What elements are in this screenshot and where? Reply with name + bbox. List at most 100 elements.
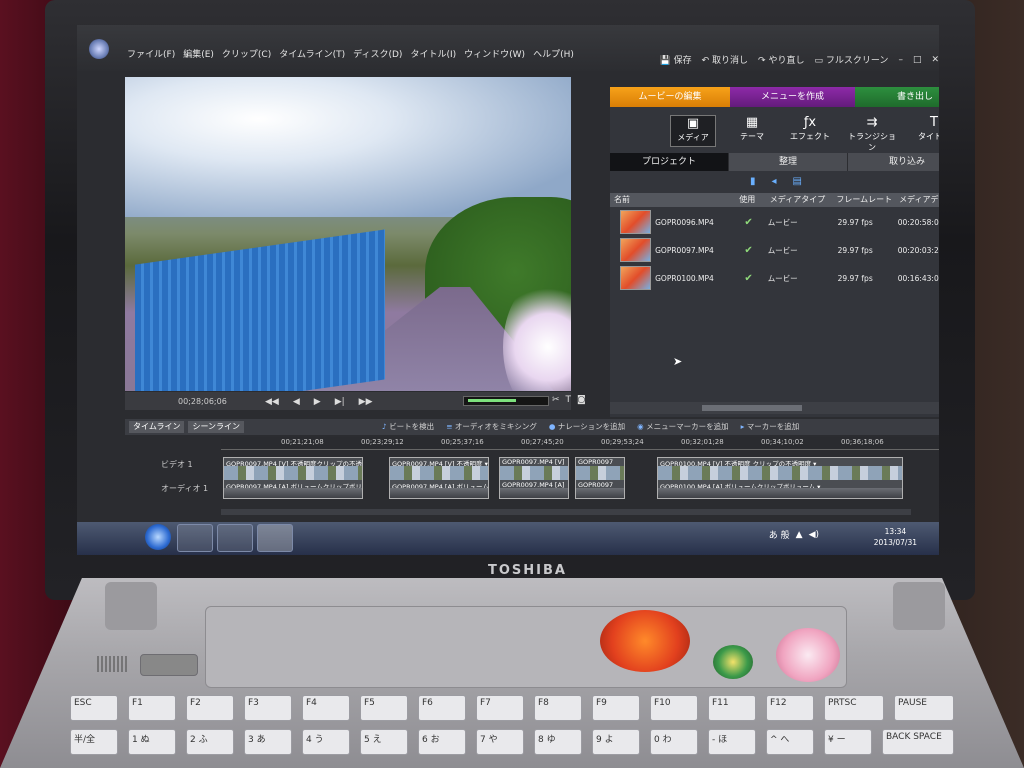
- key-2[interactable]: 2 ふ: [186, 729, 234, 755]
- menu-disc[interactable]: ディスク(D): [353, 47, 402, 60]
- tool-title[interactable]: T タイトル: [912, 115, 939, 145]
- network-icon[interactable]: ▲: [796, 530, 803, 540]
- key-0[interactable]: 0 わ: [650, 729, 698, 755]
- close-icon[interactable]: ✕: [931, 55, 939, 65]
- key-caret[interactable]: ^ へ: [766, 729, 814, 755]
- timeline-clip[interactable]: GOPR0097 GOPR0097: [575, 457, 625, 499]
- key-5[interactable]: 5 え: [360, 729, 408, 755]
- app-logo-icon[interactable]: [89, 39, 109, 59]
- key-pause[interactable]: PAUSE: [894, 695, 954, 721]
- save-button[interactable]: 💾 保存: [660, 53, 692, 66]
- tool-effect[interactable]: ƒx エフェクト: [788, 115, 832, 145]
- timeline-scrollbar[interactable]: [221, 509, 911, 515]
- firefox-taskbar-button[interactable]: [177, 524, 213, 552]
- step-back-button[interactable]: ◀: [293, 397, 300, 407]
- key-yen[interactable]: ¥ ー: [824, 729, 872, 755]
- col-name[interactable]: 名前: [610, 193, 735, 207]
- ime-bar[interactable]: あ 般 ▲ ◀): [769, 528, 819, 542]
- media-row[interactable]: GOPR0096.MP4 ✔ ムービー 29.97 fps 00:20:58:0…: [610, 208, 939, 236]
- step-forward-button[interactable]: ▶|: [335, 397, 345, 407]
- tab-edit-movie[interactable]: ムービーの編集: [610, 87, 730, 107]
- crop-icon[interactable]: ✂: [552, 395, 560, 405]
- scrub-bar[interactable]: [463, 396, 549, 406]
- tool-theme[interactable]: ▦ テーマ: [730, 115, 774, 145]
- explorer-taskbar-button[interactable]: [217, 524, 253, 552]
- col-media-type[interactable]: メディアタイプ: [766, 193, 833, 207]
- tab-organize[interactable]: 整理: [728, 153, 847, 171]
- key-9[interactable]: 9 よ: [592, 729, 640, 755]
- timeline-ruler[interactable]: 00;21;21;08 00;23;29;12 00;25;37;16 00;2…: [221, 437, 939, 450]
- menu-title[interactable]: タイトル(I): [410, 47, 456, 60]
- key-1[interactable]: 1 ぬ: [128, 729, 176, 755]
- restore-icon[interactable]: □: [913, 55, 922, 65]
- key-f12[interactable]: F12: [766, 695, 814, 721]
- key-minus[interactable]: - ほ: [708, 729, 756, 755]
- fast-forward-button[interactable]: ▶▶: [359, 397, 373, 407]
- rewind-button[interactable]: ◀◀: [265, 397, 279, 407]
- marker-button[interactable]: ▸ マーカーを追加: [741, 421, 800, 432]
- key-backspace[interactable]: BACK SPACE: [882, 729, 954, 755]
- timeline-clip[interactable]: GOPR0097.MP4 [V] 不透明度クリップの不透明度 ▾ GOPR009…: [223, 457, 363, 499]
- key-4[interactable]: 4 う: [302, 729, 350, 755]
- key-3[interactable]: 3 あ: [244, 729, 292, 755]
- key-prtsc[interactable]: PRTSC: [824, 695, 884, 721]
- scrollbar-thumb[interactable]: [702, 405, 802, 411]
- menu-clip[interactable]: クリップ(C): [222, 47, 271, 60]
- key-f7[interactable]: F7: [476, 695, 524, 721]
- taskbar-clock[interactable]: 13:34 2013/07/31: [874, 526, 917, 548]
- key-8[interactable]: 8 ゆ: [534, 729, 582, 755]
- ime-status[interactable]: あ 般: [769, 528, 790, 541]
- menu-edit[interactable]: 編集(E): [183, 47, 214, 60]
- premiere-elements-taskbar-button[interactable]: [257, 524, 293, 552]
- menu-help[interactable]: ヘルプ(H): [533, 47, 574, 60]
- tab-create-menu[interactable]: メニューを作成: [730, 87, 855, 107]
- tab-timeline[interactable]: タイムライン: [129, 421, 185, 433]
- play-button[interactable]: ▶: [314, 397, 321, 407]
- beat-detect-button[interactable]: ♪ ビートを検出: [382, 421, 434, 432]
- col-used[interactable]: 使用: [735, 193, 766, 207]
- filter-audio-icon[interactable]: ◂: [772, 176, 777, 187]
- col-duration[interactable]: メディアデュレー: [895, 193, 939, 207]
- media-row[interactable]: GOPR0100.MP4 ✔ ムービー 29.97 fps 00:16:43:0…: [610, 264, 939, 292]
- timeline-clip[interactable]: GOPR0100.MP4 [V] 不透明度 クリップの不透明度 ▾ GOPR01…: [657, 457, 903, 499]
- key-f8[interactable]: F8: [534, 695, 582, 721]
- power-button[interactable]: [140, 654, 198, 676]
- tab-project[interactable]: プロジェクト: [610, 153, 728, 171]
- key-f10[interactable]: F10: [650, 695, 698, 721]
- key-hankaku[interactable]: 半/全: [70, 729, 118, 755]
- fullscreen-button[interactable]: ▭ フルスクリーン: [814, 53, 888, 66]
- timeline-clip[interactable]: GOPR0097.MP4 [V] GOPR0097.MP4 [A]: [499, 457, 569, 499]
- key-f2[interactable]: F2: [186, 695, 234, 721]
- media-row[interactable]: GOPR0097.MP4 ✔ ムービー 29.97 fps 00:20:03:2…: [610, 236, 939, 264]
- panel-scrollbar[interactable]: [610, 402, 939, 414]
- undo-button[interactable]: ↶ 取り消し: [702, 53, 748, 66]
- redo-button[interactable]: ↷ やり直し: [758, 53, 804, 66]
- key-6[interactable]: 6 お: [418, 729, 466, 755]
- video-preview[interactable]: [125, 77, 571, 391]
- key-esc[interactable]: ESC: [70, 695, 118, 721]
- key-f11[interactable]: F11: [708, 695, 756, 721]
- tool-transition[interactable]: ⇉ トランジション: [846, 115, 898, 152]
- minimize-icon[interactable]: –: [898, 55, 903, 65]
- key-f1[interactable]: F1: [128, 695, 176, 721]
- key-7[interactable]: 7 や: [476, 729, 524, 755]
- tab-import[interactable]: 取り込み: [847, 153, 939, 171]
- text-icon[interactable]: T: [566, 395, 572, 405]
- volume-icon[interactable]: ◀): [809, 530, 819, 540]
- timeline-clip[interactable]: GOPR0097.MP4 [V] 不透明度 ▾ GOPR0097.MP4 [A]…: [389, 457, 489, 499]
- audio-mix-button[interactable]: ≡ オーディオをミキシング: [446, 421, 537, 432]
- key-f4[interactable]: F4: [302, 695, 350, 721]
- camera-icon[interactable]: ◙: [577, 395, 586, 405]
- key-f3[interactable]: F3: [244, 695, 292, 721]
- start-button[interactable]: [145, 524, 171, 550]
- key-f5[interactable]: F5: [360, 695, 408, 721]
- menu-marker-button[interactable]: ◉ メニューマーカーを追加: [637, 421, 728, 432]
- tab-export[interactable]: 書き出し: [855, 87, 939, 107]
- narration-button[interactable]: ● ナレーションを追加: [549, 421, 625, 432]
- menu-window[interactable]: ウィンドウ(W): [464, 47, 525, 60]
- filter-image-icon[interactable]: ▤: [793, 176, 802, 187]
- menu-file[interactable]: ファイル(F): [127, 47, 175, 60]
- key-f9[interactable]: F9: [592, 695, 640, 721]
- menu-timeline[interactable]: タイムライン(T): [279, 47, 345, 60]
- tab-sceneline[interactable]: シーンライン: [188, 421, 245, 433]
